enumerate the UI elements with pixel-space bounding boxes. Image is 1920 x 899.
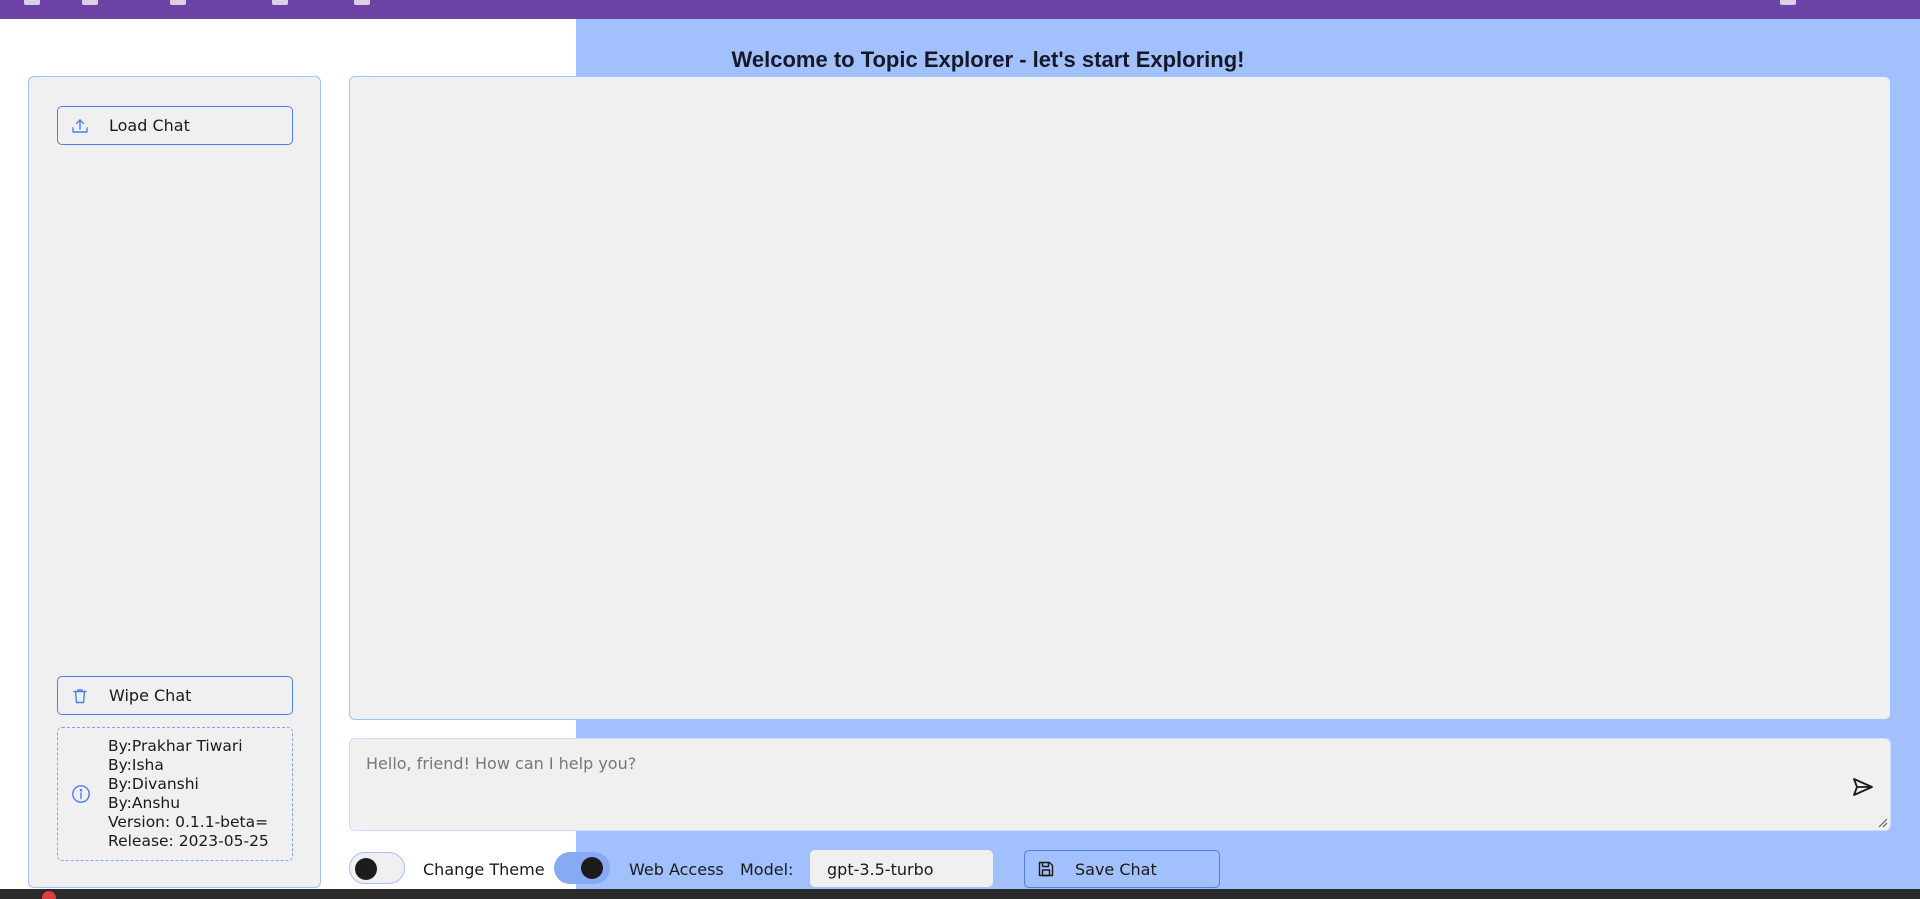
theme-toggle-label: Change Theme [423,860,545,879]
upload-icon [71,117,89,135]
credit-line: By:Divanshi [108,775,199,793]
toolbar-icon[interactable] [272,0,288,5]
send-icon [1853,778,1873,796]
credits-text: By:Prakhar Tiwari By:Isha By:Divanshi By… [108,737,269,851]
save-icon [1037,860,1055,878]
credit-line: By:Prakhar Tiwari [108,737,243,755]
resize-handle-icon[interactable] [1876,816,1888,828]
model-label: Model: [740,860,794,879]
wipe-chat-button[interactable]: Wipe Chat [57,676,293,715]
page-title: Welcome to Topic Explorer - let's start … [731,47,1245,72]
toolbar-icon[interactable] [1780,0,1796,5]
browser-toolbar [0,0,1920,19]
save-chat-button[interactable]: Save Chat [1024,850,1220,888]
controls-bar: Change Theme Web Access Model: gpt-3.5-t… [349,849,1349,888]
toolbar-icon[interactable] [82,0,98,5]
toggle-knob [355,858,377,880]
credit-line: By:Isha [108,756,164,774]
credit-line: By:Anshu [108,794,181,812]
web-access-label: Web Access [629,860,724,879]
version-line: Version: 0.1.1-beta= [108,813,269,831]
load-chat-label: Load Chat [109,116,190,135]
toggle-knob [581,857,603,879]
sidebar: Load Chat Wipe Chat By:Prakhar Tiwari By… [28,76,321,888]
model-select[interactable]: gpt-3.5-turbo [810,850,993,887]
taskbar [0,889,1920,899]
toolbar-icon[interactable] [170,0,186,5]
wipe-chat-label: Wipe Chat [109,686,192,705]
release-line: Release: 2023-05-25 [108,832,269,850]
taskbar-app-icon[interactable] [42,891,56,899]
save-chat-label: Save Chat [1075,859,1157,879]
toolbar-icon[interactable] [354,0,370,5]
load-chat-button[interactable]: Load Chat [57,106,293,145]
credits-panel: By:Prakhar Tiwari By:Isha By:Divanshi By… [57,727,293,861]
theme-toggle[interactable] [349,852,405,884]
prompt-input[interactable] [350,739,1890,830]
chat-display[interactable] [349,76,1891,720]
prompt-container [349,738,1891,831]
web-access-toggle[interactable] [554,852,610,884]
trash-icon [71,687,89,705]
info-icon [71,784,91,804]
toolbar-icon[interactable] [24,0,40,5]
send-button[interactable] [1850,774,1876,800]
